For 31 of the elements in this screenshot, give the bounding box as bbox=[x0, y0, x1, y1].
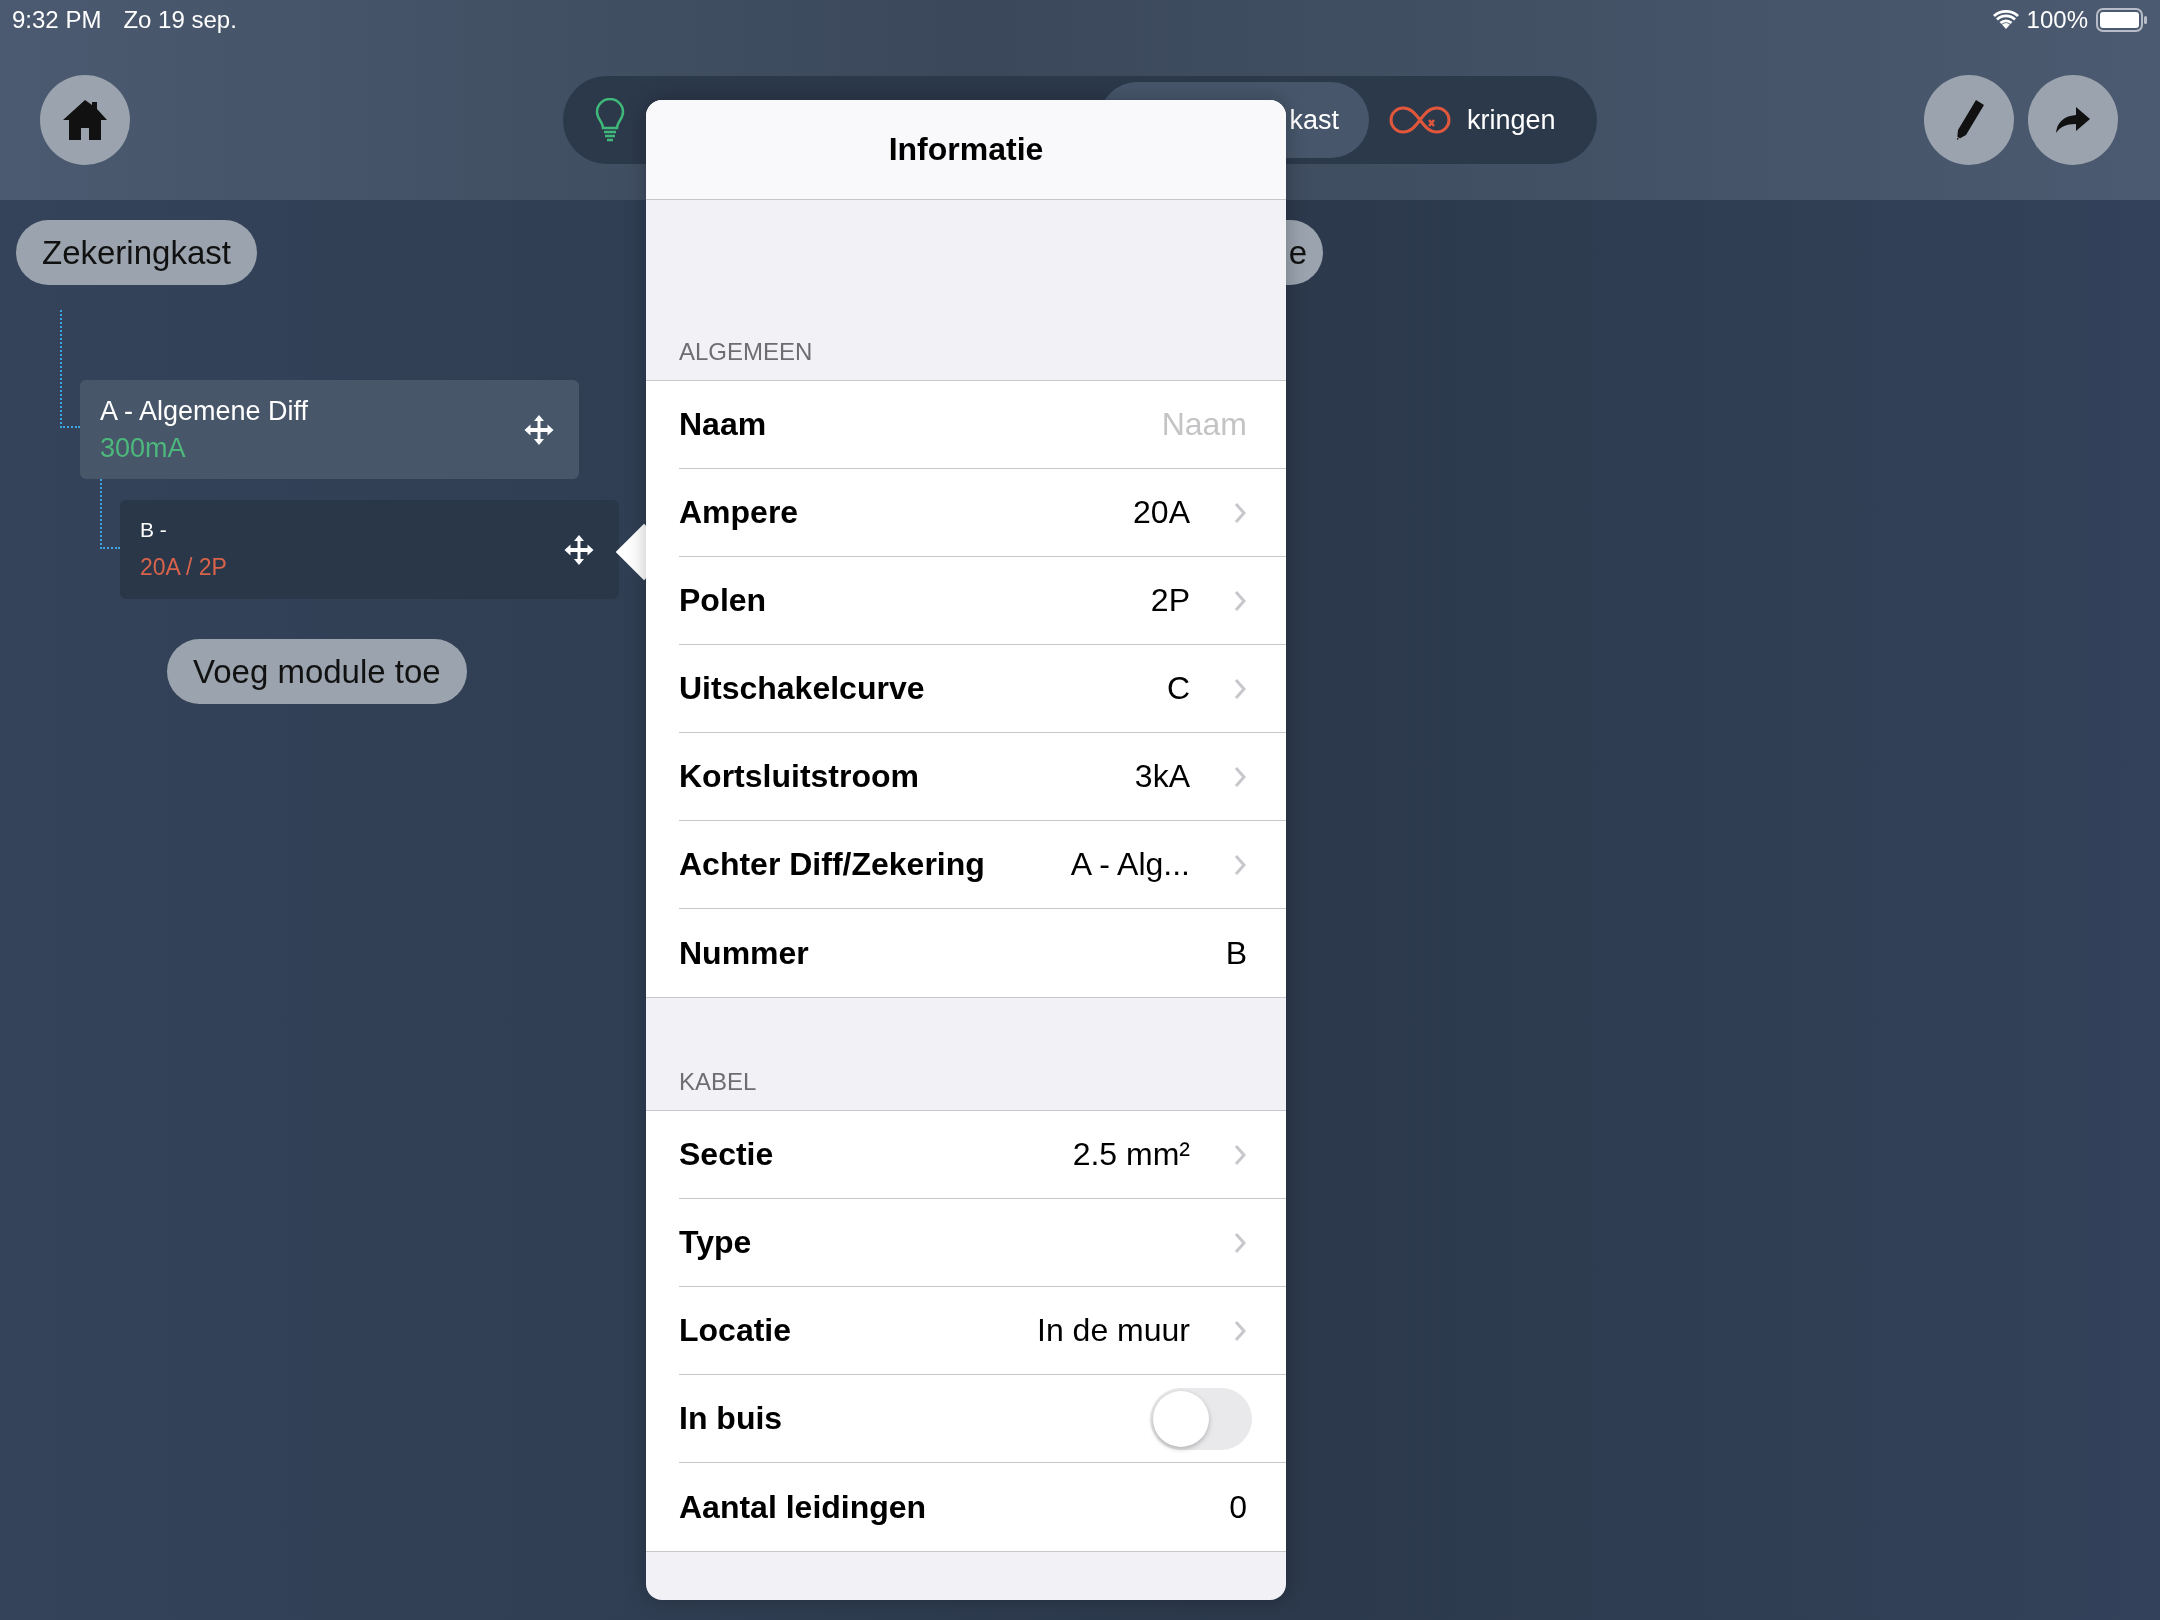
module-rating: 20A / 2P bbox=[140, 554, 228, 581]
battery-percent: 100% bbox=[2026, 6, 2088, 34]
row-label: Nummer bbox=[679, 934, 809, 972]
module-title: B - bbox=[140, 518, 168, 542]
module-title: A - Algemene Diff bbox=[100, 395, 310, 427]
row-label: Ampere bbox=[679, 494, 799, 531]
row-value: 2P bbox=[1150, 582, 1190, 619]
row-label: In buis bbox=[679, 1400, 783, 1437]
row-value: 3kA bbox=[1134, 758, 1190, 795]
row-value: B bbox=[1225, 934, 1247, 972]
row-value: A - Alg... bbox=[1070, 846, 1190, 883]
row-label: Locatie bbox=[679, 1312, 792, 1349]
row-value: 0 bbox=[1229, 1488, 1247, 1526]
row-label: Achter Diff/Zekering bbox=[679, 846, 985, 883]
section-header: ALGEMEEN bbox=[679, 338, 813, 366]
row-value: 2.5 mm² bbox=[1072, 1136, 1190, 1173]
row-label: Kortsluitstroom bbox=[679, 758, 919, 795]
row-label: Naam bbox=[679, 406, 767, 443]
row-label: Aantal leidingen bbox=[679, 1488, 927, 1526]
row-value: C bbox=[1166, 670, 1190, 707]
popover-title: Informatie bbox=[888, 131, 1044, 168]
row-label: Polen bbox=[679, 582, 767, 619]
module-rating: 300mA bbox=[100, 432, 187, 464]
section-header: KABEL bbox=[679, 1068, 757, 1096]
row-value: 20A bbox=[1133, 494, 1190, 531]
status-time: 9:32 PM bbox=[12, 6, 102, 34]
row-label: Sectie bbox=[679, 1136, 774, 1173]
status-date: Zo 19 sep. bbox=[123, 6, 237, 34]
row-label: Uitschakelcurve bbox=[679, 670, 925, 707]
row-value: In de muur bbox=[1037, 1312, 1190, 1349]
row-label: Type bbox=[679, 1224, 752, 1261]
